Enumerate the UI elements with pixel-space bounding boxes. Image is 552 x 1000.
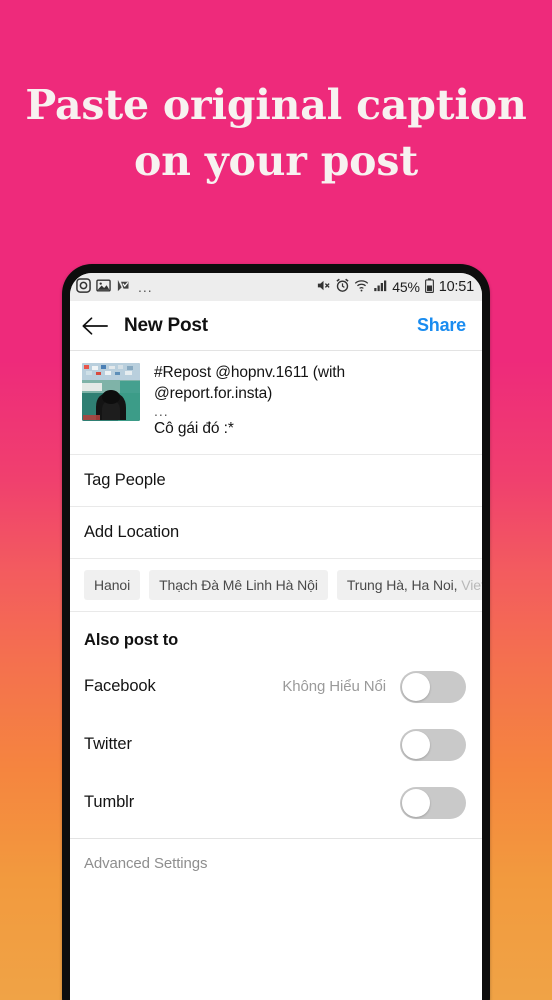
- headline-line-2: on your post: [134, 136, 418, 185]
- facebook-account-name: Không Hiểu Nổi: [282, 678, 386, 696]
- tag-people-row[interactable]: Tag People: [70, 455, 482, 507]
- tumblr-toggle[interactable]: [400, 786, 466, 819]
- share-button[interactable]: Share: [417, 315, 466, 336]
- wifi-icon: [354, 278, 369, 296]
- advanced-settings-row[interactable]: Advanced Settings: [70, 839, 482, 888]
- status-bar-system: 45% 10:51: [316, 278, 474, 296]
- facebook-toggle[interactable]: [400, 670, 466, 703]
- toggle-knob: [402, 788, 430, 817]
- content-filler: [70, 887, 482, 1000]
- status-overflow-dots: ...: [138, 279, 153, 295]
- back-arrow-icon[interactable]: [82, 315, 108, 337]
- caption-row[interactable]: #Repost @hopnv.1611 (with @report.for.in…: [70, 351, 482, 455]
- also-post-to-twitter[interactable]: Twitter: [70, 716, 482, 774]
- app-bar: New Post Share: [70, 301, 482, 351]
- location-chip-label: Hanoi: [94, 576, 131, 593]
- page-title: New Post: [124, 314, 208, 336]
- status-time: 10:51: [438, 279, 474, 295]
- battery-icon: [424, 278, 435, 296]
- location-chip-label-truncated: Vietn: [461, 576, 482, 593]
- also-post-to-tumblr[interactable]: Tumblr: [70, 774, 482, 832]
- toggle-knob: [402, 672, 430, 701]
- twitter-toggle[interactable]: [400, 728, 466, 761]
- signal-icon: [373, 278, 388, 296]
- caption-line-3: ...: [154, 403, 169, 420]
- also-post-to-heading: Also post to: [84, 630, 179, 649]
- location-chip-label: Thạch Đà Mê Linh Hà Nội: [159, 576, 318, 593]
- also-post-to-facebook[interactable]: Facebook Không Hiểu Nổi: [70, 658, 482, 716]
- phone-screen: ... 45% 10:51 New Post Share #Repost @ho…: [70, 273, 482, 1000]
- instagram-icon: [76, 278, 91, 296]
- caption-line-2: @report.for.insta): [154, 384, 273, 402]
- caption-text[interactable]: #Repost @hopnv.1611 (with @report.for.in…: [154, 363, 345, 440]
- battery-percent: 45%: [392, 279, 420, 295]
- toggle-knob: [402, 730, 430, 759]
- add-location-row[interactable]: Add Location: [70, 507, 482, 559]
- headline-line-1: Paste original caption: [25, 81, 527, 129]
- location-chip[interactable]: Trung Hà, Ha Noi, Vietn: [336, 569, 482, 600]
- also-post-to-label: Facebook: [84, 677, 156, 696]
- location-chip[interactable]: Hanoi: [84, 569, 141, 600]
- caption-line-1: #Repost @hopnv.1611 (with: [154, 364, 346, 381]
- caption-line-4: Cô gái đó :*: [154, 419, 234, 437]
- location-chip[interactable]: Thạch Đà Mê Linh Hà Nội: [149, 569, 328, 600]
- status-bar: ... 45% 10:51: [70, 273, 482, 301]
- also-post-to-label: Tumblr: [84, 793, 135, 812]
- mute-icon: [316, 278, 331, 296]
- alarm-icon: [335, 278, 350, 296]
- gallery-icon: [96, 278, 111, 296]
- phone-mockup: ... 45% 10:51 New Post Share #Repost @ho…: [62, 264, 490, 1000]
- location-chips[interactable]: Hanoi Thạch Đà Mê Linh Hà Nội Trung Hà, …: [70, 559, 482, 612]
- promo-headline: Paste original caption on your post: [0, 78, 552, 190]
- status-bar-notifications: ...: [76, 278, 153, 296]
- post-thumbnail[interactable]: [82, 363, 140, 421]
- also-post-to-label: Twitter: [84, 735, 132, 754]
- app-icon: [116, 278, 131, 296]
- location-chip-label: Trung Hà, Ha Noi,: [346, 576, 462, 593]
